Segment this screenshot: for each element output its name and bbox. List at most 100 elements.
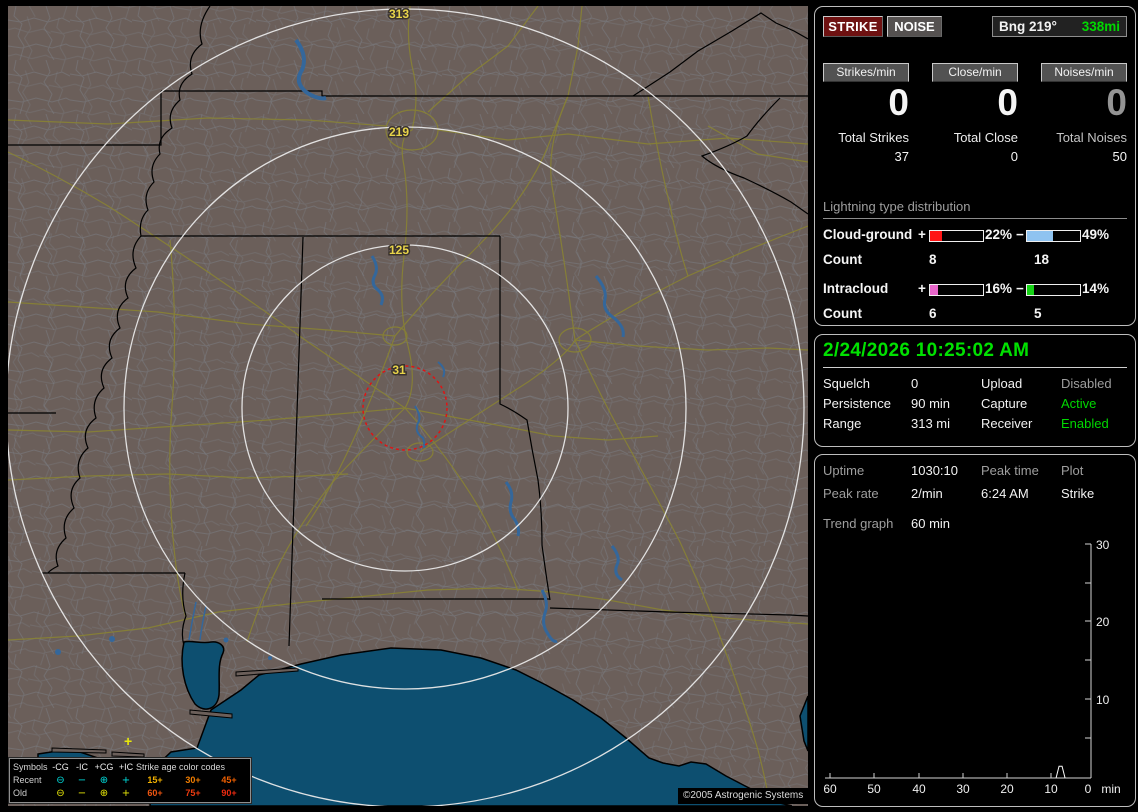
receiver-status: Enabled xyxy=(1061,416,1109,431)
legend-col-pos-cg: +CG xyxy=(94,762,114,772)
map-canvas: 313 219 125 31 + xyxy=(8,6,808,806)
old-neg-cg-icon: ⊖ xyxy=(56,788,65,799)
range-value: 313 mi xyxy=(911,416,951,431)
ring-label-313: 313 xyxy=(389,7,409,21)
legend-col-neg-ic: -IC xyxy=(76,762,88,772)
legend-symbols-header: Symbols xyxy=(13,762,48,772)
upload-status: Disabled xyxy=(1061,376,1112,391)
legend-col-pos-ic: +IC xyxy=(118,762,134,772)
cg-plus-count: 8 xyxy=(929,252,937,267)
cg-plus-percent: 22% xyxy=(985,227,1013,242)
noises-counter: Noises/min 0 Total Noises 50 xyxy=(1041,63,1127,164)
plus-sign: + xyxy=(918,227,926,242)
copyright-text: ©2005 Astrogenic Systems xyxy=(678,788,809,804)
ring-label-219: 219 xyxy=(389,125,409,139)
peak-time-value: 6:24 AM xyxy=(981,486,1029,501)
peak-rate-value: 2/min xyxy=(911,486,943,501)
plus-sign: + xyxy=(918,281,926,296)
strike-toggle-button[interactable]: STRIKE xyxy=(823,16,883,37)
status-panel: STRIKE NOISE Bng 219° 338mi Strikes/min … xyxy=(812,0,1138,812)
close-per-min-button[interactable]: Close/min xyxy=(932,63,1018,82)
capture-status: Active xyxy=(1061,396,1097,411)
cg-plus-bar xyxy=(929,230,984,242)
cloud-ground-label: Cloud-ground xyxy=(823,227,913,242)
recent-pos-ic-icon: + xyxy=(121,775,131,786)
minus-sign: − xyxy=(1016,281,1024,296)
cg-plus-bar-fill xyxy=(930,231,942,241)
total-noises-label: Total Noises xyxy=(1056,130,1127,145)
map-legend: Symbols -CG -IC +CG +IC Strike age color… xyxy=(9,758,251,803)
bearing-distance: 338mi xyxy=(1081,19,1120,34)
cloud-ground-row: Cloud-ground + 22% − 49% xyxy=(823,227,1127,252)
x-tick-60: 60 xyxy=(823,782,837,796)
old-pos-cg-icon: ⊕ xyxy=(99,788,109,799)
legend-col-neg-cg: -CG xyxy=(52,762,69,772)
age-30: 30+ xyxy=(185,775,201,785)
settings-row: Range 313 mi Receiver Enabled xyxy=(815,416,1135,434)
capture-label: Capture xyxy=(981,396,1028,411)
intracloud-label: Intracloud xyxy=(823,281,889,296)
old-pos-ic-icon: + xyxy=(121,788,131,799)
intracloud-count-row: Count 6 5 xyxy=(823,306,1127,335)
ic-plus-count: 6 xyxy=(929,306,937,321)
uptime-label: Uptime xyxy=(823,463,865,478)
ring-label-31: 31 xyxy=(392,363,406,377)
legend-old-label: Old xyxy=(13,788,28,798)
noises-rate-value: 0 xyxy=(1106,82,1127,123)
ic-minus-bar xyxy=(1026,284,1081,296)
old-neg-ic-icon: − xyxy=(77,788,87,799)
peak-time-label: Peak time xyxy=(981,463,1039,478)
strike-symbol: + xyxy=(124,733,132,749)
age-75: 75+ xyxy=(185,788,201,798)
noises-per-min-button[interactable]: Noises/min xyxy=(1041,63,1127,82)
recent-pos-cg-icon: ⊕ xyxy=(99,775,109,786)
total-strikes-label: Total Strikes xyxy=(838,130,909,145)
x-tick-20: 20 xyxy=(1000,782,1014,796)
age-60: 60+ xyxy=(147,788,163,798)
bearing-readout: Bng 219° 338mi xyxy=(992,16,1127,37)
ring-label-125: 125 xyxy=(389,243,409,257)
receiver-label: Receiver xyxy=(981,416,1033,431)
ic-plus-percent: 16% xyxy=(985,281,1013,296)
strikes-counter: Strikes/min 0 Total Strikes 37 xyxy=(823,63,909,164)
noise-toggle-button[interactable]: NOISE xyxy=(887,16,942,37)
y-tick-20: 20 xyxy=(1096,615,1110,629)
y-tick-30: 30 xyxy=(1096,538,1110,552)
age-15: 15+ xyxy=(147,775,163,785)
ic-plus-bar xyxy=(929,284,984,296)
total-strikes-value: 37 xyxy=(894,149,909,164)
upload-label: Upload xyxy=(981,376,1023,391)
trend-spike xyxy=(1055,765,1066,779)
total-close-value: 0 xyxy=(1010,149,1018,164)
x-axis-unit: min xyxy=(1101,782,1120,796)
x-tick-50: 50 xyxy=(867,782,881,796)
trend-window-value: 60 min xyxy=(911,516,951,531)
counters-box: STRIKE NOISE Bng 219° 338mi Strikes/min … xyxy=(814,6,1136,326)
age-45: 45+ xyxy=(221,775,237,785)
ic-minus-bar-fill xyxy=(1027,285,1035,295)
count-label: Count xyxy=(823,306,862,321)
age-90: 90+ xyxy=(221,788,237,798)
x-tick-40: 40 xyxy=(912,782,926,796)
cloud-ground-count-row: Count 8 18 xyxy=(823,252,1127,281)
session-row: Uptime 1030:10 Peak time Plot xyxy=(815,463,1135,481)
settings-row: Persistence 90 min Capture Active xyxy=(815,396,1135,414)
strikes-per-min-button[interactable]: Strikes/min xyxy=(823,63,909,82)
minus-sign: − xyxy=(1016,227,1024,242)
cg-minus-count: 18 xyxy=(1034,252,1050,267)
legend-age-header: Strike age color codes xyxy=(136,762,226,772)
lightning-distribution: Lightning type distribution Cloud-ground… xyxy=(823,199,1127,335)
radar-map[interactable]: 313 219 125 31 + Symbols -CG -IC +CG +IC… xyxy=(8,6,809,806)
date-time: 2/24/2026 10:25:02 AM xyxy=(823,340,1127,368)
recent-neg-cg-icon: ⊖ xyxy=(56,775,65,786)
squelch-value: 0 xyxy=(911,376,919,391)
squelch-label: Squelch xyxy=(823,376,870,391)
distribution-title: Lightning type distribution xyxy=(823,199,1127,219)
ic-minus-count: 5 xyxy=(1034,306,1042,321)
y-tick-10: 10 xyxy=(1096,693,1110,707)
trend-graph: 30 20 10 60 50 40 30 20 10 0 min xyxy=(823,538,1120,796)
x-tick-10: 10 xyxy=(1044,782,1058,796)
cg-minus-bar-fill xyxy=(1027,231,1053,241)
close-counter: Close/min 0 Total Close 0 xyxy=(932,63,1018,164)
uptime-value: 1030:10 xyxy=(911,463,958,478)
